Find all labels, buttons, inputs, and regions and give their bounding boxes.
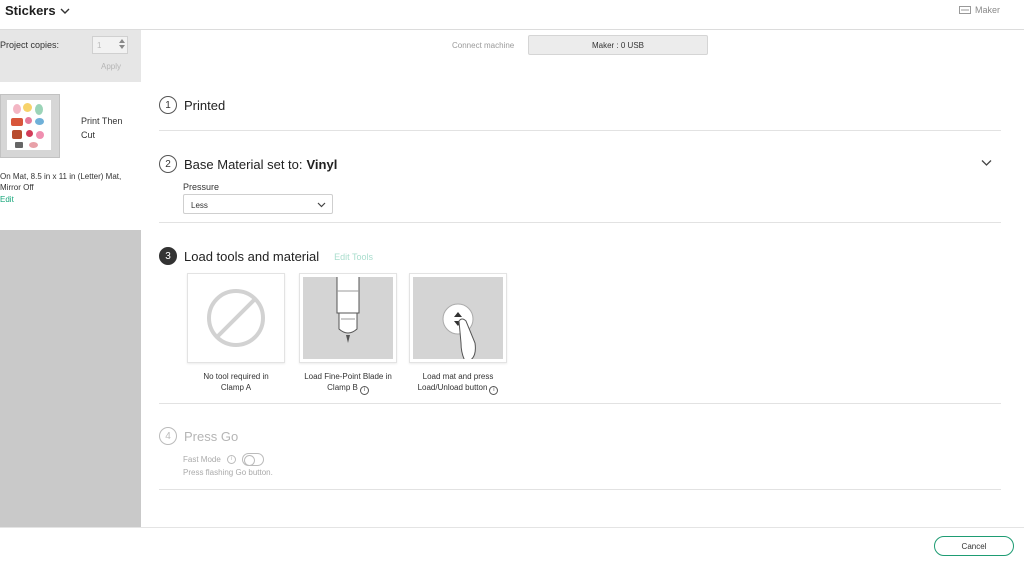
machine-select-button[interactable]: Maker : 0 USB <box>528 35 708 55</box>
step-number: 1 <box>159 96 177 114</box>
info-icon[interactable]: i <box>359 386 369 395</box>
step-number: 4 <box>159 427 177 445</box>
pressure-select[interactable]: Less <box>183 194 333 214</box>
connect-machine-label: Connect machine <box>452 41 515 50</box>
machine-label: Maker <box>974 5 1000 15</box>
step-press-go: 4 Press Go <box>159 427 238 445</box>
fast-mode-row: Fast Mode i <box>183 453 264 466</box>
caption-line: Load Fine-Point Blade in <box>304 372 392 381</box>
bottom-bar: Cancel <box>0 527 1024 563</box>
step-title: Load tools and material <box>184 248 320 264</box>
divider <box>159 403 1001 404</box>
caption-line: Load mat and press <box>422 372 494 381</box>
stepper-arrows[interactable] <box>117 38 126 52</box>
chevron-down-icon[interactable] <box>981 157 992 168</box>
fast-mode-label: Fast Mode <box>183 455 221 464</box>
step-base-material: 2 Base Material set to: Vinyl <box>159 155 337 173</box>
apply-button[interactable]: Apply <box>101 62 121 71</box>
tool-caption-load-mat: Load mat and press Load/Unload button i <box>401 371 515 395</box>
info-icon[interactable]: i <box>489 386 499 395</box>
caption-line: Load/Unload button <box>417 383 488 392</box>
pressure-label: Pressure <box>183 182 220 192</box>
step-number: 3 <box>159 247 177 265</box>
step-title: Press Go <box>184 428 239 444</box>
press-go-hint: Press flashing Go button. <box>183 468 273 477</box>
stepper-down-icon[interactable] <box>118 45 125 49</box>
step-number: 2 <box>159 155 177 173</box>
cancel-button[interactable]: Cancel <box>934 536 1014 556</box>
machine-icon <box>958 6 971 14</box>
load-unload-button-icon <box>442 303 476 359</box>
divider <box>159 489 1001 490</box>
caption-line: Clamp A <box>220 383 252 392</box>
copies-stepper[interactable]: 1 <box>92 36 128 54</box>
mat-description: On Mat, 8.5 in x 11 in (Letter) Mat, Mir… <box>0 172 122 192</box>
step-title-text: Base Material set to: <box>184 156 303 172</box>
mat-card[interactable]: Print Then Cut On Mat, 8.5 in x 11 in (L… <box>0 82 141 230</box>
step-title: Printed <box>184 97 226 113</box>
step-load-tools: 3 Load tools and material Edit Tools <box>159 247 373 265</box>
tool-card-load-mat <box>409 273 507 363</box>
base-material-value: Vinyl <box>306 156 338 172</box>
stepper-up-icon[interactable] <box>118 39 125 43</box>
tool-caption-clamp-a: No tool required in Clamp A <box>187 371 285 393</box>
divider <box>159 130 1001 131</box>
top-bar: Stickers Maker <box>0 0 1024 30</box>
project-title-dropdown[interactable]: Stickers <box>5 3 70 18</box>
mat-edit-link[interactable]: Edit <box>0 195 14 204</box>
caption-line: Clamp B <box>327 383 358 392</box>
main-panel: Connect machine Maker : 0 USB 1 Printed … <box>141 30 1024 527</box>
edit-tools-link[interactable]: Edit Tools <box>334 252 373 262</box>
machine-tag: Maker <box>958 5 1000 15</box>
tool-image <box>413 277 503 359</box>
info-icon[interactable]: i <box>226 455 236 464</box>
copies-panel: Project copies: 1 Apply <box>0 30 141 82</box>
tool-image <box>303 277 393 359</box>
copies-value: 1 <box>97 41 102 50</box>
caption-line: No tool required in <box>203 372 269 381</box>
tool-card-clamp-a <box>187 273 285 363</box>
mat-name: Print Then Cut <box>81 116 123 140</box>
fine-point-blade-icon <box>336 277 360 343</box>
tool-card-clamp-b <box>299 273 397 363</box>
divider <box>159 222 1001 223</box>
copies-label: Project copies: <box>0 40 60 50</box>
chevron-down-icon <box>317 202 326 208</box>
pressure-value: Less <box>191 201 208 210</box>
fast-mode-toggle[interactable] <box>241 453 264 466</box>
project-title: Stickers <box>5 3 56 18</box>
tool-caption-clamp-b: Load Fine-Point Blade in Clamp Bi <box>291 371 405 395</box>
sidebar: Project copies: 1 Apply Print Then Cut O… <box>0 30 141 527</box>
mat-thumbnail <box>0 94 60 158</box>
mat-sheet-preview <box>7 100 51 150</box>
step-title: Base Material set to: Vinyl <box>184 157 337 172</box>
tool-image <box>191 277 281 359</box>
step-printed: 1 Printed <box>159 96 225 114</box>
chevron-down-icon <box>60 8 70 14</box>
no-tool-icon <box>207 289 265 347</box>
